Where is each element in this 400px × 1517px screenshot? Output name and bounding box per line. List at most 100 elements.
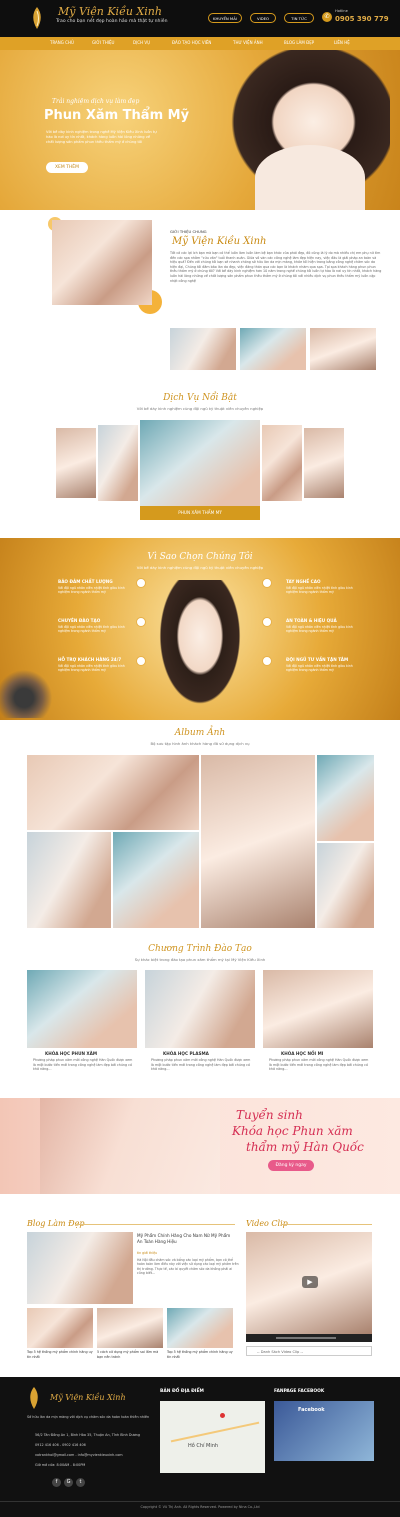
why-item-desc: Với đội ngũ nhân viên nhiệt tình giàu ki…	[58, 664, 125, 673]
why-spa-stones	[0, 668, 60, 718]
nav-item-gallery[interactable]: THƯ VIỆN ẢNH	[233, 40, 263, 45]
service-card-5[interactable]	[304, 428, 344, 498]
blog-thumb-title-3[interactable]: Top 5 hệ thống mỹ phẩm chính hãng uy tín…	[167, 1350, 233, 1359]
intro-thumb-3[interactable]	[310, 328, 376, 370]
blog-main-photo[interactable]	[27, 1232, 133, 1304]
map-widget[interactable]: Hồ Chí Minh	[160, 1401, 265, 1473]
course-photo-2[interactable]	[145, 970, 255, 1048]
video-controls[interactable]	[246, 1334, 372, 1342]
service-featured-label[interactable]: PHUN XĂM THẨM MỸ	[140, 506, 260, 520]
hotline-label: Hotline	[335, 9, 348, 13]
map-city: Hồ Chí Minh	[188, 1443, 219, 1449]
service-card-4[interactable]	[262, 425, 302, 501]
blog-thumb-title-2[interactable]: 5 cách xử dụng mỹ phẩm sai lầm mà bạn nê…	[97, 1350, 163, 1359]
footer-phone: 0912 416 406 - 0902 416 406	[35, 1443, 86, 1447]
footer-logo: Mỹ Viện Kiều Xinh	[50, 1393, 126, 1402]
intro-thumb-2[interactable]	[240, 328, 306, 370]
enrollment-banner[interactable]: Tuyển sinh Khóa học Phun xăm thẩm mỹ Hàn…	[0, 1098, 400, 1194]
google-icon[interactable]: G	[64, 1478, 73, 1487]
why-item-title: HỖ TRỢ KHÁCH HÀNG 24/7	[58, 657, 122, 662]
album-photo[interactable]	[317, 843, 374, 928]
nav-item-training[interactable]: ĐÀO TẠO HỌC VIÊN	[172, 40, 211, 45]
course-photo-3[interactable]	[263, 970, 373, 1048]
why-section: Vì Sao Chọn Chúng Tôi Với bề dày kinh ng…	[0, 538, 400, 720]
logo-icon[interactable]	[30, 7, 44, 29]
footer-logo-icon	[27, 1387, 41, 1409]
why-item-desc: Với đội ngũ nhân viên nhiệt tình giàu ki…	[286, 586, 353, 595]
banner-line-1: Tuyển sinh	[236, 1108, 303, 1122]
news-button[interactable]: TIN TỨC	[284, 13, 314, 23]
twitter-icon[interactable]: t	[76, 1478, 85, 1487]
training-icon	[136, 617, 146, 627]
blog-thumb-3[interactable]	[167, 1308, 233, 1348]
register-button[interactable]: Đăng ký ngay	[268, 1160, 314, 1171]
blog-title-line	[75, 1224, 235, 1225]
services-subtitle: Với bề dày kinh nghiệm cùng đội ngũ kỹ t…	[136, 406, 264, 411]
blog-main-text: Hà Nội đầu chăm sóc và bổng các loại mỹ …	[137, 1258, 239, 1276]
video-select[interactable]: -- Danh Sách Video Clip --	[246, 1346, 372, 1356]
why-item-title: AN TOÀN & HIỆU QUẢ	[286, 618, 337, 623]
blog-main-title[interactable]: Mỹ Phẩm Chính Hãng Cho Nam Nữ Mỹ Phẩm An…	[137, 1233, 237, 1245]
footer-email: votrankhoi@gmail.com - info@myvienkieuxi…	[35, 1453, 123, 1457]
video-button[interactable]: VIDEO	[250, 13, 276, 23]
nav-item-services[interactable]: DỊCH VỤ	[133, 40, 150, 45]
banner-line-2: Khóa học Phun xăm	[232, 1124, 353, 1138]
why-title: Vì Sao Chọn Chúng Tôi	[147, 552, 253, 562]
skill-icon	[262, 578, 272, 588]
intro-thumb-1[interactable]	[170, 328, 236, 370]
service-card-2[interactable]	[98, 425, 138, 501]
header: Mỹ Viện Kiều Xinh Trao cho bạn nét đẹp h…	[0, 0, 400, 37]
blog-thumb-title-1[interactable]: Top 5 hệ thống mỹ phẩm chính hãng uy tín…	[27, 1350, 93, 1359]
blog-thumb-1[interactable]	[27, 1308, 93, 1348]
album-photo[interactable]	[201, 755, 315, 928]
album-photo[interactable]	[317, 755, 374, 841]
album-photo[interactable]	[27, 755, 199, 830]
album-photo[interactable]	[113, 832, 199, 928]
why-item-desc: Với đội ngũ nhân viên nhiệt tình giàu ki…	[286, 664, 353, 673]
course-label-3[interactable]: KHÓA HỌC NỐI MI	[281, 1051, 323, 1056]
hero-banner: Trải nghiệm dịch vụ làm đẹp Phun Xăm Thẩ…	[0, 50, 400, 210]
blog-thumb-2[interactable]	[97, 1308, 163, 1348]
video-progress-bar[interactable]	[276, 1337, 336, 1339]
intro-label: GIỚI THIỆU CHUNG	[170, 229, 207, 234]
nav-item-about[interactable]: GIỚI THIỆU	[92, 40, 114, 45]
logo-text[interactable]: Mỹ Viện Kiều Xinh	[58, 5, 162, 18]
service-card-featured[interactable]	[140, 420, 260, 520]
course-text-3: Phương pháp phun xăm mới công nghệ Hàn Q…	[269, 1058, 369, 1071]
footer-desc: Sở hữu làn da mịn màng với dịch vụ chăm …	[27, 1415, 150, 1419]
nav-item-blog[interactable]: BLOG LÀM ĐẸP	[284, 40, 314, 45]
album-subtitle: Bộ sưu tập hình ảnh khách hàng đã sử dụn…	[150, 741, 250, 746]
intro-text: Tất cả các lợi ích bạn mà bạn có thể luô…	[170, 251, 382, 283]
footer-divider	[0, 1501, 400, 1502]
why-subtitle: Với bề dày kinh nghiệm cùng đội ngũ kỹ t…	[136, 565, 264, 570]
album-title: Album Ảnh	[174, 728, 226, 738]
why-item-title: ĐỘI NGŨ TƯ VẤN TẬN TÂM	[286, 657, 349, 662]
album-photo[interactable]	[27, 832, 111, 928]
course-photo-1[interactable]	[27, 970, 137, 1048]
course-label-2[interactable]: KHÓA HỌC PLASMA	[163, 1051, 209, 1056]
hero-more-button[interactable]: XEM THÊM	[46, 162, 88, 173]
nav-item-contact[interactable]: LIÊN HỆ	[334, 40, 350, 45]
play-icon[interactable]: ▶	[302, 1276, 318, 1288]
nav-item-home[interactable]: TRANG CHỦ	[50, 40, 74, 45]
training-subtitle: Sự khác biệt trong đào tạo phun xăm thẩm…	[134, 957, 266, 962]
map-pin-icon	[220, 1413, 225, 1418]
facebook-icon[interactable]: f	[52, 1478, 61, 1487]
why-item-title: BẢO ĐẢM CHẤT LƯỢNG	[58, 579, 113, 584]
quality-icon	[136, 578, 146, 588]
why-item-desc: Với đội ngũ nhân viên nhiệt tình giàu ki…	[58, 586, 125, 595]
why-item-desc: Với đội ngũ nhân viên nhiệt tình giàu ki…	[58, 625, 125, 634]
promo-button[interactable]: KHUYẾN MÃI	[208, 13, 242, 23]
hero-script: Trải nghiệm dịch vụ làm đẹp	[52, 98, 140, 105]
copyright: Copyright © Vũ Thị Anh. All Rights Reser…	[140, 1505, 260, 1509]
service-card-1[interactable]	[56, 428, 96, 498]
facebook-widget[interactable]: Facebook	[274, 1401, 374, 1461]
why-item-title: TAY NGHỀ CAO	[286, 579, 321, 584]
phone-icon: ✆	[322, 12, 332, 22]
course-text-1: Phương pháp phun xăm mới công nghệ Hàn Q…	[33, 1058, 133, 1071]
fanpage-title: FANPAGE FACEBOOK	[274, 1389, 325, 1394]
main-nav: TRANG CHỦ GIỚI THIỆU DỊCH VỤ ĐÀO TẠO HỌC…	[0, 37, 400, 50]
support-icon	[136, 656, 146, 666]
hotline-number[interactable]: 0905 390 779	[335, 15, 389, 23]
course-label-1[interactable]: KHÓA HỌC PHUN XĂM	[45, 1051, 97, 1056]
